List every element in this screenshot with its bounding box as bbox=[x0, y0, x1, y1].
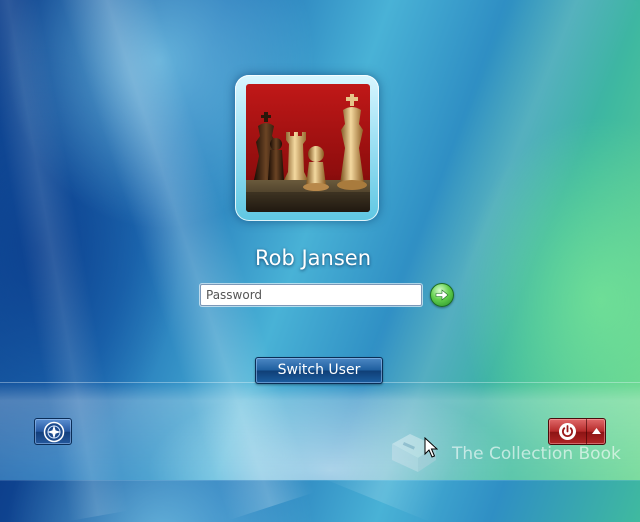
user-tile[interactable] bbox=[235, 75, 379, 221]
submit-password-button[interactable] bbox=[430, 283, 454, 307]
ease-of-access-button[interactable] bbox=[34, 418, 72, 445]
ease-of-access-icon bbox=[43, 421, 65, 443]
watermark-text: The Collection Book bbox=[452, 444, 621, 464]
user-name: Rob Jansen bbox=[254, 246, 372, 270]
switch-user-button[interactable]: Switch User bbox=[255, 357, 383, 384]
arrow-right-icon bbox=[435, 289, 449, 301]
chess-pieces-picture bbox=[246, 84, 370, 212]
user-avatar-picture bbox=[246, 84, 370, 212]
password-input[interactable] bbox=[200, 284, 422, 306]
mouse-pointer-icon bbox=[424, 437, 438, 458]
